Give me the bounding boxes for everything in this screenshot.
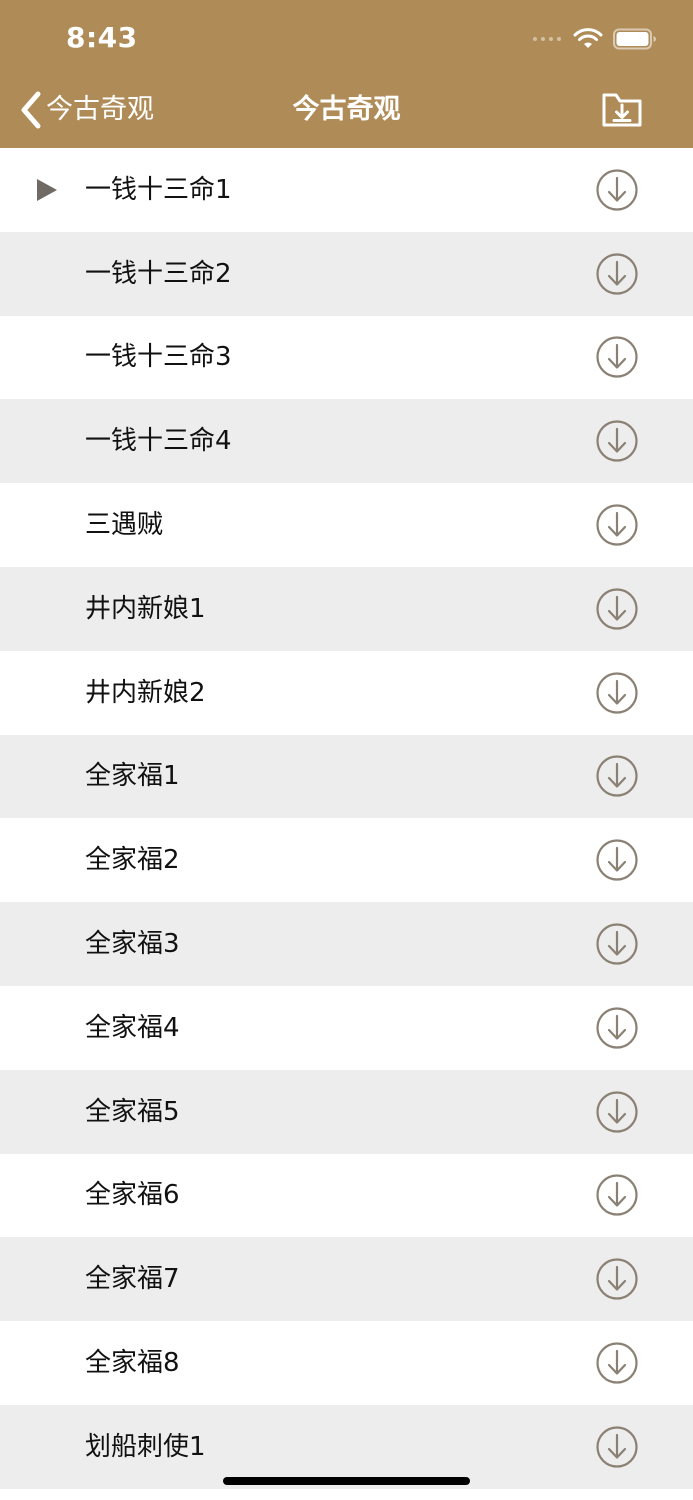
status-time: 8:43 bbox=[66, 21, 138, 54]
list-item[interactable]: 全家福8 bbox=[0, 1321, 693, 1405]
navigation-header: 8:43 今古奇观 今古奇观 bbox=[0, 0, 693, 148]
wifi-icon bbox=[573, 28, 603, 48]
download-button[interactable] bbox=[596, 253, 638, 295]
cellular-signal-icon bbox=[533, 37, 561, 41]
download-arrow-circle-icon bbox=[596, 1342, 638, 1384]
download-arrow-circle-icon bbox=[596, 504, 638, 546]
list-item[interactable]: 一钱十三命3 bbox=[0, 315, 693, 400]
download-arrow-circle-icon bbox=[596, 169, 638, 211]
chevron-left-icon bbox=[21, 91, 41, 129]
download-arrow-circle-icon bbox=[596, 1174, 638, 1217]
list-item-title: 全家福3 bbox=[85, 929, 180, 960]
download-button[interactable] bbox=[596, 169, 638, 211]
list-item[interactable]: 三遇贼 bbox=[0, 483, 693, 567]
back-button[interactable]: 今古奇观 bbox=[18, 88, 154, 132]
download-button[interactable] bbox=[596, 1426, 638, 1468]
list-item[interactable]: 井内新娘1 bbox=[0, 566, 693, 651]
list-item-title: 一钱十三命1 bbox=[85, 174, 232, 205]
list-item[interactable]: 全家福1 bbox=[0, 734, 693, 819]
download-arrow-circle-icon bbox=[596, 1258, 638, 1300]
list-item[interactable]: 全家福2 bbox=[0, 818, 693, 903]
list-item[interactable]: 一钱十三命1 bbox=[0, 148, 693, 232]
download-button[interactable] bbox=[596, 336, 638, 379]
list-item-title: 一钱十三命2 bbox=[85, 258, 232, 289]
downloads-folder-button[interactable] bbox=[601, 90, 643, 130]
download-arrow-circle-icon bbox=[596, 672, 638, 714]
download-button[interactable] bbox=[596, 588, 638, 630]
list-item[interactable]: 全家福3 bbox=[0, 902, 693, 986]
download-arrow-circle-icon bbox=[596, 839, 638, 881]
list-item[interactable]: 全家福7 bbox=[0, 1237, 693, 1322]
download-button[interactable] bbox=[596, 923, 638, 965]
download-folder-icon bbox=[602, 93, 642, 127]
download-arrow-circle-icon bbox=[596, 420, 638, 462]
download-button[interactable] bbox=[596, 1091, 638, 1133]
list-item[interactable]: 全家福6 bbox=[0, 1153, 693, 1238]
download-button[interactable] bbox=[596, 1258, 638, 1300]
list-item-title: 全家福2 bbox=[85, 845, 180, 876]
download-arrow-circle-icon bbox=[596, 588, 638, 630]
download-arrow-circle-icon bbox=[596, 1426, 638, 1468]
episode-list: 一钱十三命1 一钱十三命2 一钱十三命3 一钱十三命4 三遇贼井内新娘1 井内新娘2 全家福… bbox=[0, 148, 693, 1489]
download-arrow-circle-icon bbox=[596, 1091, 638, 1133]
list-item[interactable]: 一钱十三命4 bbox=[0, 399, 693, 484]
list-item[interactable]: 一钱十三命2 bbox=[0, 231, 693, 316]
download-arrow-circle-icon bbox=[596, 336, 638, 379]
list-item-title: 全家福4 bbox=[85, 1012, 180, 1043]
download-button[interactable] bbox=[596, 755, 638, 798]
list-item-title: 井内新娘2 bbox=[85, 677, 206, 708]
list-item-title: 全家福7 bbox=[85, 1264, 180, 1295]
play-icon bbox=[37, 178, 57, 201]
list-item-title: 一钱十三命3 bbox=[85, 342, 232, 373]
download-button[interactable] bbox=[596, 672, 638, 714]
list-item-title: 一钱十三命4 bbox=[85, 426, 232, 457]
list-item-title: 井内新娘1 bbox=[85, 593, 206, 624]
battery-icon bbox=[613, 28, 656, 50]
list-item-title: 全家福1 bbox=[85, 761, 180, 792]
download-arrow-circle-icon bbox=[596, 755, 638, 798]
download-button[interactable] bbox=[596, 1342, 638, 1384]
download-button[interactable] bbox=[596, 1007, 638, 1049]
list-item-title: 划船刺使1 bbox=[85, 1431, 206, 1462]
home-indicator[interactable] bbox=[223, 1477, 470, 1485]
list-item-title: 全家福8 bbox=[85, 1348, 180, 1379]
list-item-title: 全家福5 bbox=[85, 1096, 180, 1127]
download-button[interactable] bbox=[596, 504, 638, 546]
download-arrow-circle-icon bbox=[596, 1007, 638, 1049]
download-arrow-circle-icon bbox=[596, 923, 638, 965]
list-item-title: 全家福6 bbox=[85, 1180, 180, 1211]
back-label: 今古奇观 bbox=[46, 94, 154, 125]
download-button[interactable] bbox=[596, 839, 638, 881]
list-item[interactable]: 全家福5 bbox=[0, 1069, 693, 1154]
list-item[interactable]: 全家福4 bbox=[0, 985, 693, 1070]
download-button[interactable] bbox=[596, 420, 638, 462]
status-icons bbox=[533, 24, 657, 54]
list-item-title: 三遇贼 bbox=[85, 510, 164, 541]
download-button[interactable] bbox=[596, 1174, 638, 1217]
download-arrow-circle-icon bbox=[596, 253, 638, 295]
list-item[interactable]: 井内新娘2 bbox=[0, 650, 693, 735]
